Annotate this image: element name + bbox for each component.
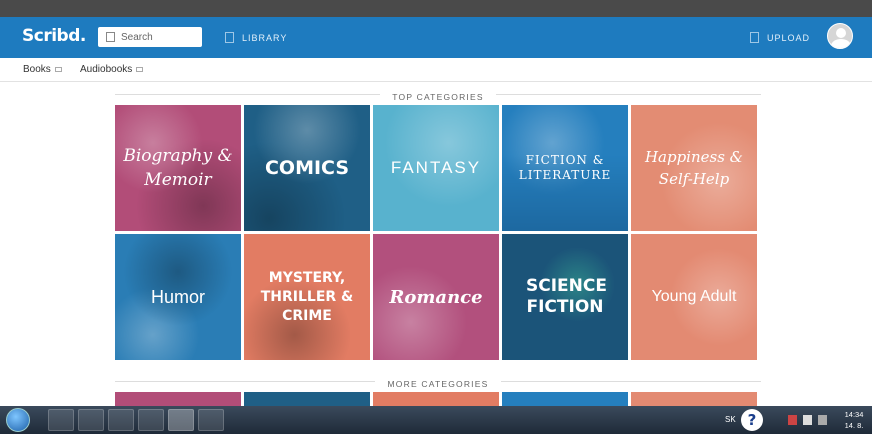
nav-books-dropdown[interactable]: Books xyxy=(23,64,62,75)
library-label: LIBRARY xyxy=(242,33,288,43)
category-tile-fiction-literature[interactable]: FICTION & LITERATURE xyxy=(502,105,628,231)
avatar-body-shape xyxy=(831,39,851,48)
nav-books-label: Books xyxy=(23,64,51,75)
app-taskbar-icon[interactable] xyxy=(108,409,134,431)
category-tile-happiness-self-help[interactable]: Happiness & Self-Help xyxy=(631,105,757,231)
category-label: FICTION & LITERATURE xyxy=(518,153,612,182)
app-taskbar-icon[interactable] xyxy=(138,409,164,431)
category-label: Humor xyxy=(150,286,205,307)
more-category-tile[interactable] xyxy=(502,392,628,406)
category-label: FANTASY xyxy=(390,158,482,177)
divider-line xyxy=(115,381,375,382)
top-categories-label: TOP CATEGORIES xyxy=(384,92,492,102)
scribd-logo[interactable]: Scribd. xyxy=(22,26,86,46)
clock-time: 14:34 xyxy=(844,410,864,419)
library-icon xyxy=(225,32,234,43)
more-category-tile[interactable] xyxy=(244,392,370,406)
dropdown-caret-icon xyxy=(54,67,62,72)
network-tray-icon[interactable] xyxy=(803,415,812,425)
category-label: MYSTERY, THRILLER & CRIME xyxy=(260,269,354,324)
divider-line xyxy=(501,381,761,382)
more-categories-label: MORE CATEGORIES xyxy=(379,379,497,389)
category-tile-mystery-thriller-crime[interactable]: MYSTERY, THRILLER & CRIME xyxy=(244,234,370,360)
category-label: Romance xyxy=(389,286,483,308)
app-taskbar-icon[interactable] xyxy=(198,409,224,431)
clock-date: 14. 8. 2015 xyxy=(844,421,864,441)
help-icon[interactable]: ? xyxy=(741,409,763,431)
category-label: Happiness & Self-Help xyxy=(644,148,744,188)
divider-line xyxy=(115,94,380,95)
more-category-tile[interactable] xyxy=(631,392,757,406)
search-icon xyxy=(106,32,115,42)
site-header: Scribd. LIBRARY UPLOAD xyxy=(0,17,872,58)
search-input[interactable] xyxy=(121,29,197,45)
category-tile-humor[interactable]: Humor xyxy=(115,234,241,360)
category-tile-comics[interactable]: COMICS xyxy=(244,105,370,231)
start-button[interactable] xyxy=(6,408,30,432)
avatar[interactable] xyxy=(827,23,853,49)
category-label: Biography & Memoir xyxy=(123,146,233,190)
category-label: Young Adult xyxy=(651,288,737,305)
windows-taskbar: SK ? 14:34 14. 8. 2015 xyxy=(0,406,872,441)
library-link[interactable]: LIBRARY xyxy=(225,32,287,43)
dropdown-caret-icon xyxy=(136,67,144,72)
browser-top-strip xyxy=(0,0,872,17)
avatar-head-shape xyxy=(836,28,846,38)
divider-line xyxy=(496,94,761,95)
system-clock[interactable]: 14:34 14. 8. 2015 xyxy=(836,409,872,442)
category-tile-science-fiction[interactable]: SCIENCE FICTION xyxy=(502,234,628,360)
more-category-tile[interactable] xyxy=(115,392,241,406)
category-tile-biography[interactable]: Biography & Memoir xyxy=(115,105,241,231)
volume-tray-icon[interactable] xyxy=(818,415,827,425)
search-box[interactable] xyxy=(98,27,202,47)
nav-audiobooks-dropdown[interactable]: Audiobooks xyxy=(80,64,144,75)
more-categories-heading: MORE CATEGORIES xyxy=(115,374,761,389)
upload-label: UPLOAD xyxy=(767,33,811,43)
top-categories-heading: TOP CATEGORIES xyxy=(115,87,761,102)
upload-link[interactable]: UPLOAD xyxy=(750,32,810,43)
flag-tray-icon[interactable] xyxy=(788,415,797,425)
firefox-taskbar-icon[interactable] xyxy=(168,409,194,431)
language-indicator[interactable]: SK xyxy=(725,415,736,424)
category-label: SCIENCE FICTION xyxy=(526,276,607,317)
media-player-taskbar-icon[interactable] xyxy=(78,409,104,431)
category-tile-young-adult[interactable]: Young Adult xyxy=(631,234,757,360)
sub-navigation: Books Audiobooks xyxy=(0,58,872,82)
nav-audiobooks-label: Audiobooks xyxy=(80,64,133,75)
category-label: COMICS xyxy=(264,157,350,179)
more-category-tile[interactable] xyxy=(373,392,499,406)
upload-icon xyxy=(750,32,759,43)
explorer-taskbar-icon[interactable] xyxy=(48,409,74,431)
category-tile-fantasy[interactable]: FANTASY xyxy=(373,105,499,231)
category-tile-romance[interactable]: Romance xyxy=(373,234,499,360)
